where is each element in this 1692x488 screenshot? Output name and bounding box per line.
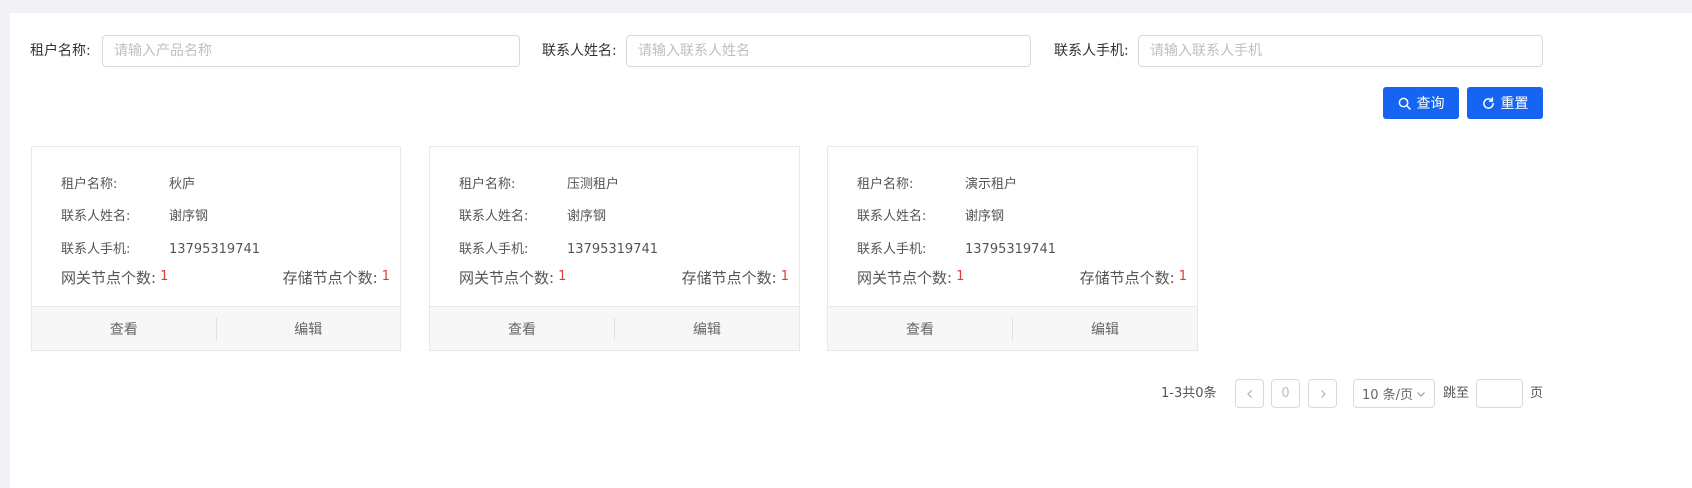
- query-button[interactable]: 查询: [1383, 87, 1459, 119]
- page-suffix-label: 页: [1530, 386, 1544, 401]
- card-tenant-value: 演示租户: [965, 177, 1018, 192]
- card-tenant-row: 租户名称: 秋庐: [61, 176, 195, 194]
- page-size-select[interactable]: 10 条/页: [1353, 379, 1435, 408]
- gateway-nodes-label: 网关节点个数:: [61, 269, 157, 287]
- card-tenant-label: 租户名称:: [61, 177, 118, 192]
- card-contact-phone-value: 13795319741: [169, 242, 260, 257]
- gateway-nodes-stat: 网关节点个数: 1: [61, 268, 168, 290]
- current-page[interactable]: 0: [1271, 379, 1300, 408]
- card-contact-phone-value: 13795319741: [567, 242, 658, 257]
- jump-page-input[interactable]: [1476, 379, 1523, 408]
- card-contact-phone-row: 联系人手机: 13795319741: [61, 241, 260, 259]
- gateway-nodes-count: 1: [558, 269, 567, 284]
- card-contact-name-row: 联系人姓名: 谢序钢: [61, 208, 208, 226]
- contact-phone-filter-label: 联系人手机:: [1054, 43, 1129, 59]
- view-button[interactable]: 查看: [828, 319, 1012, 339]
- card-contact-name-row: 联系人姓名: 谢序钢: [459, 208, 606, 226]
- contact-name-input[interactable]: [626, 35, 1031, 67]
- card-contact-name-label: 联系人姓名:: [857, 209, 927, 224]
- card-tenant-value: 压测租户: [567, 177, 620, 192]
- storage-nodes-label: 存储节点个数:: [282, 269, 378, 287]
- tenant-filter-label: 租户名称:: [30, 43, 91, 59]
- gateway-nodes-stat: 网关节点个数: 1: [459, 268, 566, 290]
- chevron-down-icon: [1417, 391, 1425, 397]
- card-contact-name-value: 谢序钢: [965, 209, 1005, 224]
- card-contact-phone-row: 联系人手机: 13795319741: [459, 241, 658, 259]
- card-contact-name-value: 谢序钢: [169, 209, 209, 224]
- storage-nodes-count: 1: [780, 269, 789, 284]
- view-button[interactable]: 查看: [32, 319, 216, 339]
- tenant-card: 租户名称: 压测租户 联系人姓名: 谢序钢 联系人手机: 13795319741 网关…: [429, 146, 800, 351]
- storage-nodes-stat: 存储节点个数: 1: [1080, 268, 1187, 290]
- tenant-name-input[interactable]: [102, 35, 520, 67]
- card-contact-phone-label: 联系人手机:: [459, 242, 529, 257]
- gateway-nodes-label: 网关节点个数:: [459, 269, 555, 287]
- gateway-nodes-count: 1: [956, 269, 965, 284]
- edit-button[interactable]: 编辑: [217, 319, 401, 339]
- card-tenant-label: 租户名称:: [857, 177, 914, 192]
- gateway-nodes-label: 网关节点个数:: [857, 269, 953, 287]
- card-tenant-row: 租户名称: 演示租户: [857, 176, 1017, 194]
- card-contact-phone-value: 13795319741: [965, 242, 1056, 257]
- card-actions: 查看 编辑: [828, 306, 1197, 350]
- card-contact-name-row: 联系人姓名: 谢序钢: [857, 208, 1004, 226]
- card-contact-name-label: 联系人姓名:: [459, 209, 529, 224]
- reset-button-label: 重置: [1500, 96, 1529, 112]
- storage-nodes-stat: 存储节点个数: 1: [682, 268, 789, 290]
- card-tenant-label: 租户名称:: [459, 177, 516, 192]
- storage-nodes-label: 存储节点个数:: [1079, 269, 1175, 287]
- pagination-summary: 1-3共0条: [1161, 386, 1217, 401]
- card-tenant-row: 租户名称: 压测租户: [459, 176, 619, 194]
- view-button[interactable]: 查看: [430, 319, 614, 339]
- next-page-button[interactable]: [1308, 379, 1337, 408]
- search-icon: [1398, 97, 1411, 110]
- chevron-right-icon: [1320, 389, 1326, 398]
- storage-nodes-stat: 存储节点个数: 1: [283, 268, 390, 290]
- contact-phone-input[interactable]: [1138, 35, 1543, 67]
- edit-button[interactable]: 编辑: [615, 319, 799, 339]
- edit-button[interactable]: 编辑: [1013, 319, 1197, 339]
- reset-button[interactable]: 重置: [1467, 87, 1543, 119]
- contact-name-filter-label: 联系人姓名:: [542, 43, 617, 59]
- gateway-nodes-count: 1: [160, 269, 169, 284]
- card-actions: 查看 编辑: [32, 306, 400, 350]
- storage-nodes-count: 1: [381, 269, 390, 284]
- tenant-card: 租户名称: 秋庐 联系人姓名: 谢序钢 联系人手机: 13795319741 网关节点…: [31, 146, 401, 351]
- storage-nodes-count: 1: [1178, 269, 1187, 284]
- card-contact-phone-label: 联系人手机:: [61, 242, 131, 257]
- card-tenant-value: 秋庐: [169, 177, 196, 192]
- card-contact-name-label: 联系人姓名:: [61, 209, 131, 224]
- tenant-card: 租户名称: 演示租户 联系人姓名: 谢序钢 联系人手机: 13795319741 网关…: [827, 146, 1198, 351]
- card-contact-phone-label: 联系人手机:: [857, 242, 927, 257]
- jump-label: 跳至: [1443, 386, 1470, 401]
- gateway-nodes-stat: 网关节点个数: 1: [857, 268, 964, 290]
- card-contact-phone-row: 联系人手机: 13795319741: [857, 241, 1056, 259]
- card-actions: 查看 编辑: [430, 306, 799, 350]
- storage-nodes-label: 存储节点个数:: [681, 269, 777, 287]
- main-panel: 租户名称: 联系人姓名: 联系人手机: 查询 重置 租户名称: 秋庐 联系人姓名:…: [10, 13, 1692, 488]
- reload-icon: [1482, 96, 1494, 109]
- page-size-value: 10 条/页: [1361, 388, 1414, 403]
- card-contact-name-value: 谢序钢: [567, 209, 607, 224]
- chevron-left-icon: [1246, 389, 1252, 398]
- prev-page-button[interactable]: [1235, 379, 1264, 408]
- query-button-label: 查询: [1416, 96, 1445, 112]
